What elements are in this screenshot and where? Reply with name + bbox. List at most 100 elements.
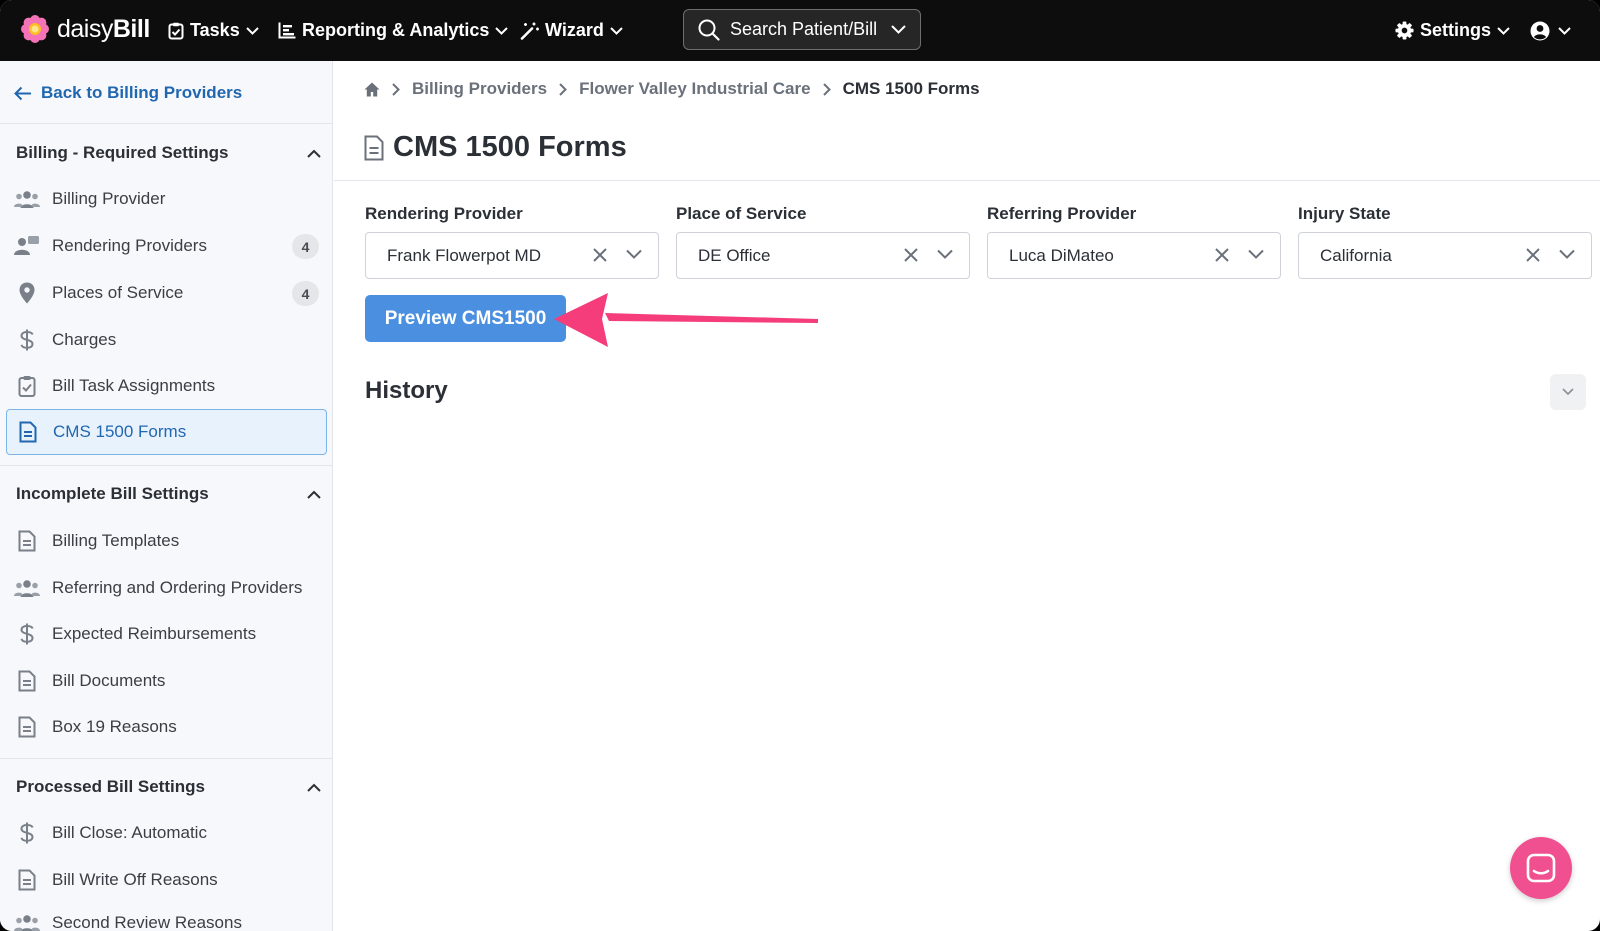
chat-icon bbox=[1526, 853, 1556, 883]
section-title: Billing - Required Settings bbox=[16, 143, 229, 162]
breadcrumb-billing-providers[interactable]: Billing Providers bbox=[412, 79, 547, 99]
injury-state-select[interactable]: California bbox=[1298, 232, 1592, 279]
sidebar-item-label: Second Review Reasons bbox=[52, 913, 242, 931]
history-expand-toggle[interactable] bbox=[1550, 374, 1586, 410]
place-of-service-select[interactable]: DE Office bbox=[676, 232, 970, 279]
sidebar-item-bill-close-automatic[interactable]: Bill Close: Automatic bbox=[6, 810, 327, 856]
chat-launcher[interactable] bbox=[1510, 837, 1572, 899]
nav-settings[interactable]: Settings bbox=[1395, 0, 1510, 61]
user-avatar-icon bbox=[1530, 21, 1550, 40]
sidebar-item-rendering-providers[interactable]: Rendering Providers 4 bbox=[6, 223, 327, 269]
sidebar-item-billing-provider[interactable]: Billing Provider bbox=[6, 176, 327, 222]
map-pin-icon bbox=[14, 280, 40, 306]
chevron-down-icon bbox=[1559, 249, 1575, 259]
nav-user-menu[interactable] bbox=[1530, 0, 1571, 61]
count-badge: 4 bbox=[292, 281, 319, 306]
place-of-service-label: Place of Service bbox=[676, 204, 807, 223]
section-processed-bill[interactable]: Processed Bill Settings bbox=[16, 772, 321, 802]
chevron-down-icon bbox=[1497, 26, 1510, 35]
search-patient-bill[interactable]: Search Patient/Bill bbox=[683, 9, 921, 50]
sidebar-item-bill-task-assignments[interactable]: Bill Task Assignments bbox=[6, 363, 327, 409]
daisy-flower-icon bbox=[21, 15, 49, 43]
section-billing-required[interactable]: Billing - Required Settings bbox=[16, 138, 321, 168]
back-to-billing-providers-link[interactable]: Back to Billing Providers bbox=[14, 83, 242, 103]
document-icon bbox=[14, 668, 40, 694]
select-value: Luca DiMateo bbox=[1009, 245, 1114, 265]
sidebar-item-label: Charges bbox=[52, 330, 117, 349]
chevron-down-icon bbox=[1562, 388, 1574, 396]
close-icon[interactable] bbox=[592, 247, 608, 263]
sidebar-item-label: Box 19 Reasons bbox=[52, 717, 177, 736]
chevron-up-icon bbox=[307, 783, 321, 792]
chevron-down-icon bbox=[1248, 249, 1264, 259]
breadcrumb-provider-name[interactable]: Flower Valley Industrial Care bbox=[579, 79, 810, 99]
sidebar-item-places-of-service[interactable]: Places of Service 4 bbox=[6, 270, 327, 316]
users-icon bbox=[14, 575, 40, 601]
users-icon bbox=[14, 186, 40, 212]
chevron-down-icon bbox=[937, 249, 953, 259]
preview-cms1500-button[interactable]: Preview CMS1500 bbox=[365, 295, 566, 342]
magic-wand-icon bbox=[520, 22, 539, 40]
sidebar-divider bbox=[0, 465, 333, 466]
nav-wizard[interactable]: Wizard bbox=[520, 0, 623, 61]
section-incomplete-bill[interactable]: Incomplete Bill Settings bbox=[16, 479, 321, 509]
count-badge: 4 bbox=[292, 234, 319, 259]
sidebar-divider bbox=[0, 758, 333, 759]
chevron-down-icon bbox=[610, 26, 623, 35]
breadcrumb-current: CMS 1500 Forms bbox=[842, 79, 980, 98]
sidebar-item-bill-documents[interactable]: Bill Documents bbox=[6, 658, 327, 704]
sidebar-item-bill-write-off-reasons[interactable]: Bill Write Off Reasons bbox=[6, 857, 327, 903]
close-icon[interactable] bbox=[1525, 247, 1541, 263]
sidebar-item-charges[interactable]: Charges bbox=[6, 317, 327, 363]
brand-name-light: daisy bbox=[57, 14, 113, 43]
referring-provider-select[interactable]: Luca DiMateo bbox=[987, 232, 1281, 279]
search-icon bbox=[698, 19, 720, 41]
chevron-right-icon bbox=[822, 82, 831, 96]
sidebar-item-label: Bill Close: Automatic bbox=[52, 823, 207, 842]
document-icon bbox=[364, 135, 384, 160]
sidebar-item-label: Bill Documents bbox=[52, 671, 166, 690]
chevron-right-icon bbox=[392, 82, 400, 96]
sidebar-item-label: Places of Service bbox=[52, 283, 184, 302]
sidebar-item-label: Bill Task Assignments bbox=[52, 376, 216, 395]
app-window: daisyBill Tasks Reporting & Analytics Wi… bbox=[0, 0, 1600, 931]
chevron-up-icon bbox=[307, 490, 321, 499]
document-icon bbox=[14, 867, 40, 893]
top-navbar: daisyBill Tasks Reporting & Analytics Wi… bbox=[0, 0, 1600, 61]
close-icon[interactable] bbox=[903, 247, 919, 263]
sidebar-divider bbox=[0, 123, 333, 124]
sidebar-item-expected-reimbursements[interactable]: Expected Reimbursements bbox=[6, 611, 327, 657]
brand-logo[interactable]: daisyBill bbox=[20, 14, 150, 44]
dollar-icon bbox=[14, 621, 40, 647]
close-icon[interactable] bbox=[1214, 247, 1230, 263]
select-value: Frank Flowerpot MD bbox=[387, 245, 541, 265]
sidebar-item-billing-templates[interactable]: Billing Templates bbox=[6, 518, 327, 564]
sidebar-item-box-19-reasons[interactable]: Box 19 Reasons bbox=[6, 704, 327, 750]
sidebar-item-cms-1500-forms[interactable]: CMS 1500 Forms bbox=[6, 409, 327, 455]
sidebar-item-label: Billing Provider bbox=[52, 189, 166, 208]
rendering-provider-label: Rendering Provider bbox=[365, 204, 523, 223]
chevron-down-icon bbox=[495, 26, 509, 35]
document-icon bbox=[14, 528, 40, 554]
gear-icon bbox=[1395, 21, 1414, 40]
sidebar-item-referring-ordering[interactable]: Referring and Ordering Providers bbox=[6, 565, 327, 611]
sidebar-item-label: Bill Write Off Reasons bbox=[52, 870, 218, 889]
page-title-text: CMS 1500 Forms bbox=[393, 131, 627, 163]
clipboard-check-icon bbox=[14, 373, 40, 399]
chevron-down-icon bbox=[245, 26, 259, 35]
sidebar-item-label: Billing Templates bbox=[52, 531, 180, 550]
rendering-provider-select[interactable]: Frank Flowerpot MD bbox=[365, 232, 659, 279]
nav-tasks[interactable]: Tasks bbox=[168, 0, 259, 61]
chevron-up-icon bbox=[307, 149, 321, 158]
dollar-icon bbox=[14, 327, 40, 353]
brand-name: daisyBill bbox=[57, 15, 150, 44]
sidebar-item-label: CMS 1500 Forms bbox=[53, 422, 187, 441]
settings-sidebar: Back to Billing Providers Billing - Requ… bbox=[0, 61, 333, 931]
home-icon[interactable] bbox=[364, 82, 380, 97]
select-value: California bbox=[1320, 245, 1392, 265]
annotation-arrow-icon bbox=[554, 293, 818, 347]
sidebar-item-second-review-reasons[interactable]: Second Review Reasons bbox=[6, 900, 327, 931]
select-value: DE Office bbox=[698, 245, 771, 265]
nav-reporting[interactable]: Reporting & Analytics bbox=[278, 0, 509, 61]
title-divider bbox=[334, 180, 1600, 181]
